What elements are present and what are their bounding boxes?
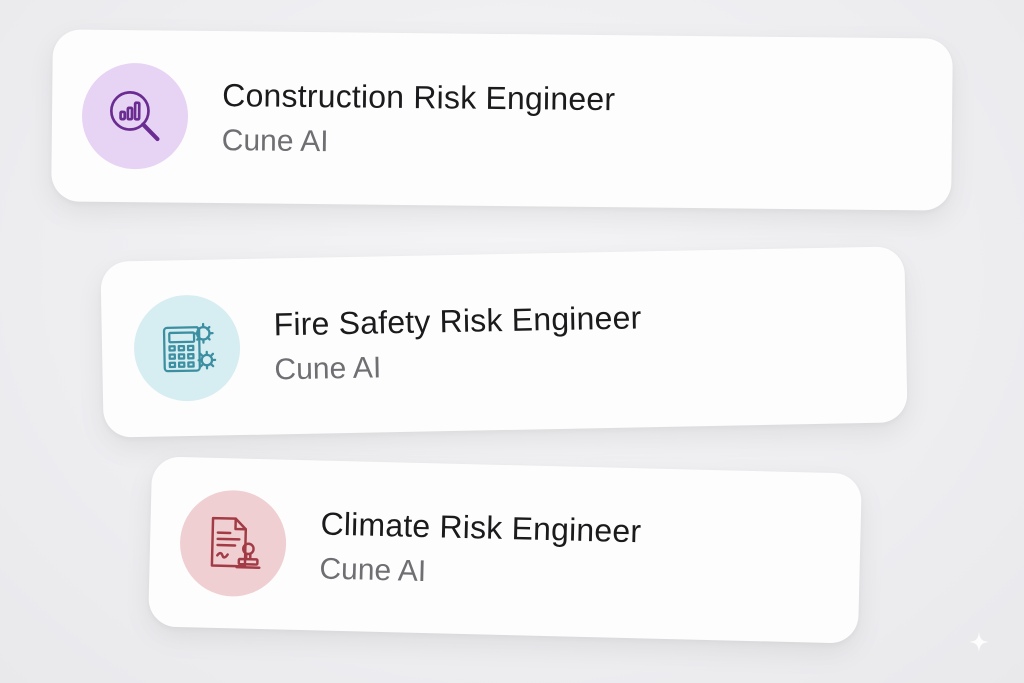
agent-title: Construction Risk Engineer — [222, 76, 616, 117]
agent-avatar — [178, 489, 288, 598]
agent-card-climate[interactable]: Climate Risk Engineer Cune AI — [148, 456, 862, 644]
chart-magnifier-icon — [110, 91, 160, 142]
calculator-gear-icon — [162, 322, 217, 373]
agent-provider: Cune AI — [274, 350, 382, 386]
agent-card-text: Fire Safety Risk Engineer Cune AI — [273, 297, 642, 389]
agent-card-text: Construction Risk Engineer Cune AI — [222, 75, 616, 164]
agent-avatar — [133, 294, 242, 403]
agent-provider: Cune AI — [221, 123, 329, 158]
agent-card-construction[interactable]: Construction Risk Engineer Cune AI — [51, 29, 953, 211]
agent-title: Fire Safety Risk Engineer — [273, 298, 642, 342]
agent-card-fire-safety[interactable]: Fire Safety Risk Engineer Cune AI — [100, 246, 908, 438]
sparkle-icon — [968, 631, 990, 653]
document-stamp-icon — [210, 516, 261, 569]
agent-provider: Cune AI — [319, 551, 427, 588]
agent-avatar — [81, 62, 189, 170]
agent-title: Climate Risk Engineer — [320, 504, 642, 549]
agent-card-text: Climate Risk Engineer Cune AI — [319, 503, 642, 596]
